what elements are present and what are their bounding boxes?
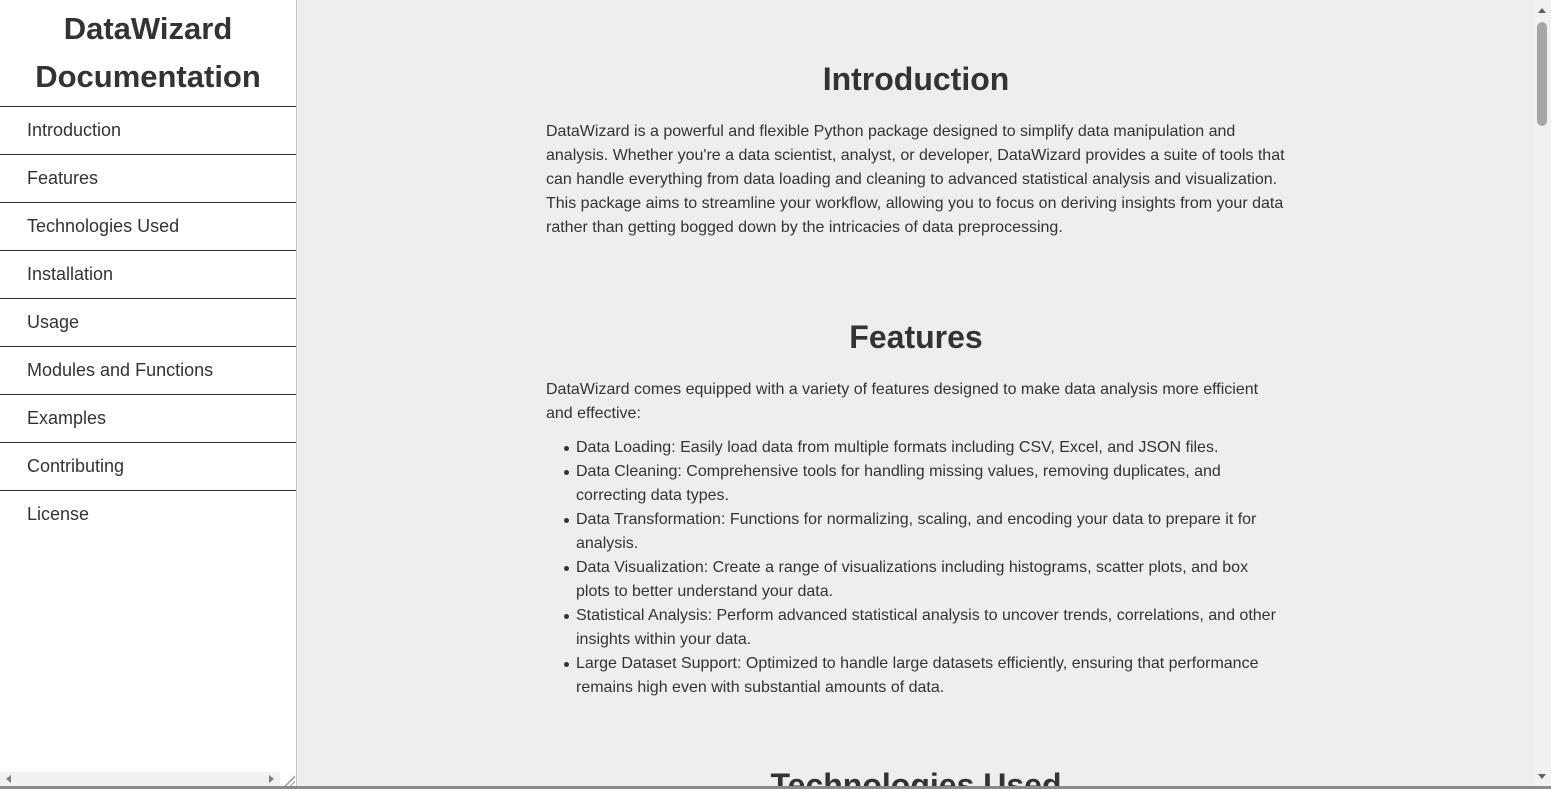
nav-item-features[interactable]: Features [0, 155, 296, 203]
app-window: DataWizard Documentation Introduction Fe… [0, 0, 1551, 789]
features-list: Data Loading: Easily load data from mult… [558, 436, 1286, 700]
introduction-paragraph: DataWizard is a powerful and flexible Py… [546, 123, 1285, 236]
scroll-up-arrow-icon[interactable] [1538, 8, 1546, 13]
nav-item-introduction[interactable]: Introduction [0, 107, 296, 155]
scrollbar-thumb[interactable] [1537, 22, 1547, 126]
scroll-left-arrow-icon[interactable] [6, 775, 11, 783]
sidebar-horizontal-scrollbar[interactable] [0, 772, 280, 786]
section-features: Features DataWizard comes equipped with … [546, 317, 1286, 700]
nav-item-contributing[interactable]: Contributing [0, 443, 296, 491]
sidebar-title: DataWizard Documentation [0, 0, 296, 107]
main-content: Introduction DataWizard is a powerful an… [297, 0, 1534, 789]
nav-item-usage[interactable]: Usage [0, 299, 296, 347]
nav-item-technologies-used[interactable]: Technologies Used [0, 203, 296, 251]
nav-list: Introduction Features Technologies Used … [0, 107, 296, 539]
sidebar: DataWizard Documentation Introduction Fe… [0, 0, 297, 789]
section-introduction: Introduction DataWizard is a powerful an… [546, 59, 1286, 240]
nav-item-license[interactable]: License [0, 491, 296, 539]
scroll-down-arrow-icon[interactable] [1538, 774, 1546, 779]
nav-item-modules-and-functions[interactable]: Modules and Functions [0, 347, 296, 395]
list-item: Data Loading: Easily load data from mult… [558, 436, 1286, 460]
list-item: Statistical Analysis: Perform advanced s… [558, 604, 1286, 652]
list-item: Large Dataset Support: Optimized to hand… [558, 652, 1286, 700]
list-item: Data Transformation: Functions for norma… [558, 508, 1286, 556]
section-heading-features: Features [849, 319, 983, 355]
section-heading-introduction: Introduction [822, 61, 1010, 97]
nav-item-installation[interactable]: Installation [0, 251, 296, 299]
vertical-scrollbar[interactable] [1534, 0, 1551, 789]
nav-item-examples[interactable]: Examples [0, 395, 296, 443]
list-item: Data Cleaning: Comprehensive tools for h… [558, 460, 1286, 508]
scroll-right-arrow-icon[interactable] [269, 775, 274, 783]
list-item: Data Visualization: Create a range of vi… [558, 556, 1286, 604]
features-paragraph: DataWizard comes equipped with a variety… [546, 381, 1259, 422]
